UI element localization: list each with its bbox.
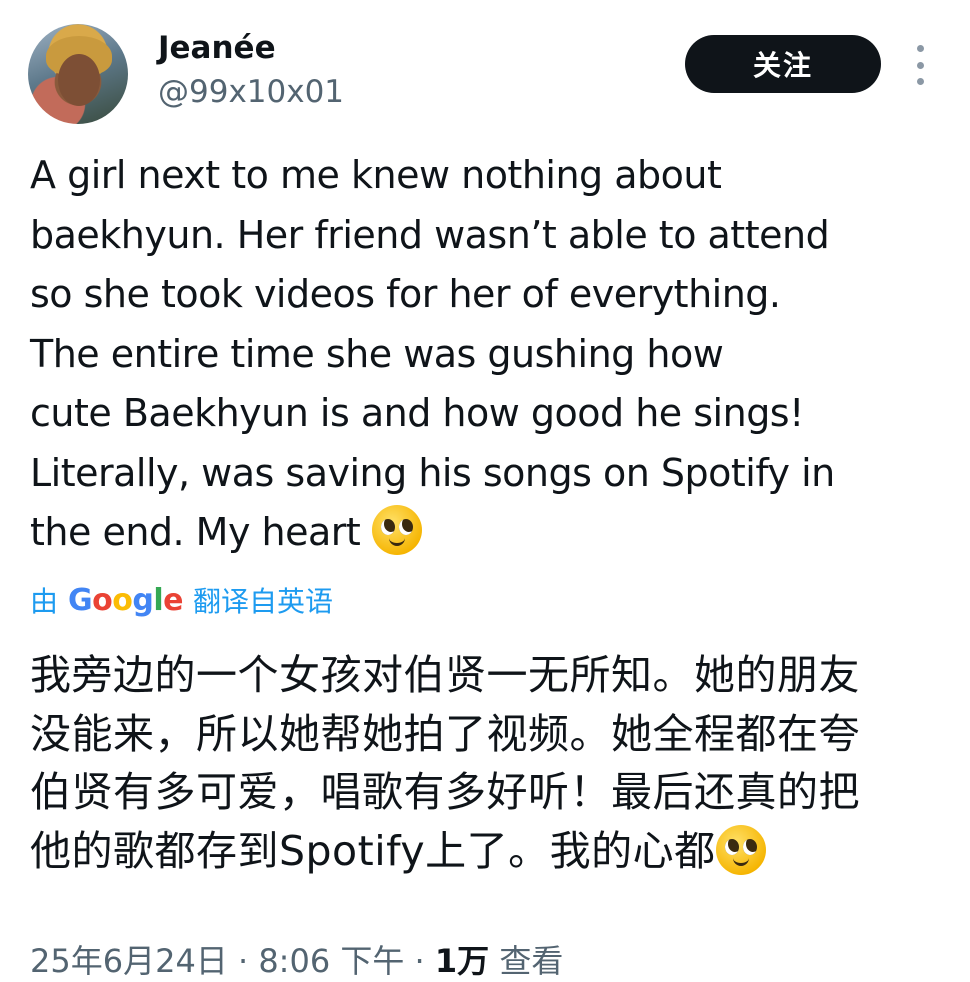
google-logo: Google bbox=[68, 582, 184, 618]
timestamp[interactable]: 25年6月24日 · 8:06 下午 · bbox=[30, 942, 435, 980]
translated-line: 我旁边的一个女孩对伯贤一无所知。她的朋友 bbox=[30, 651, 860, 699]
tweet-text: A girl next to me knew nothing about bae… bbox=[30, 146, 950, 563]
author-handle[interactable]: @99x10x01 bbox=[158, 74, 344, 110]
avatar-face bbox=[58, 54, 100, 106]
tweet-line: The entire time she was gushing how bbox=[30, 331, 724, 376]
translate-prefix: 由 bbox=[30, 585, 59, 618]
tweet-line-last: the end. My heart bbox=[30, 503, 950, 563]
tweet-line-text: the end. My heart bbox=[30, 510, 361, 554]
follow-button[interactable]: 关注 bbox=[685, 35, 881, 93]
avatar[interactable] bbox=[28, 24, 128, 124]
pleading-face-emoji-icon bbox=[715, 825, 766, 876]
tweet-line: Literally, was saving his songs on Spoti… bbox=[30, 450, 835, 495]
translated-line: 没能来，所以她帮她拍了视频。她全程都在夸 bbox=[30, 709, 860, 758]
translated-text: 我旁边的一个女孩对伯贤一无所知。她的朋友 没能来，所以她帮她拍了视频。她全程都在… bbox=[30, 646, 950, 881]
tweet-line: cute Baekhyun is and how good he sings! bbox=[30, 391, 804, 435]
translate-suffix: 翻译自英语 bbox=[193, 585, 334, 618]
tweet-line: baekhyun. Her friend wasn’t able to atte… bbox=[30, 212, 830, 257]
tweet-meta: 25年6月24日 · 8:06 下午 · 1万 查看 bbox=[30, 936, 563, 982]
translated-line-text: 他的歌都存到Spotify上了。我的心都 bbox=[30, 827, 716, 876]
translated-line-last: 他的歌都存到Spotify上了。我的心都 bbox=[30, 822, 950, 881]
author-name[interactable]: Jeanée bbox=[158, 30, 276, 66]
tweet-line: A girl next to me knew nothing about bbox=[30, 153, 722, 197]
translated-line: 伯贤有多可爱，唱歌有多好听！最后还真的把 bbox=[30, 768, 860, 817]
views-count: 1万 bbox=[434, 942, 490, 980]
more-vertical-icon[interactable] bbox=[909, 45, 931, 85]
translated-by-google-link[interactable]: 由 Google 翻译自英语 bbox=[30, 580, 333, 620]
tweet-line: so she took videos for her of everything… bbox=[30, 272, 781, 316]
views-label: 查看 bbox=[489, 942, 564, 980]
pleading-face-emoji-icon bbox=[371, 505, 422, 555]
